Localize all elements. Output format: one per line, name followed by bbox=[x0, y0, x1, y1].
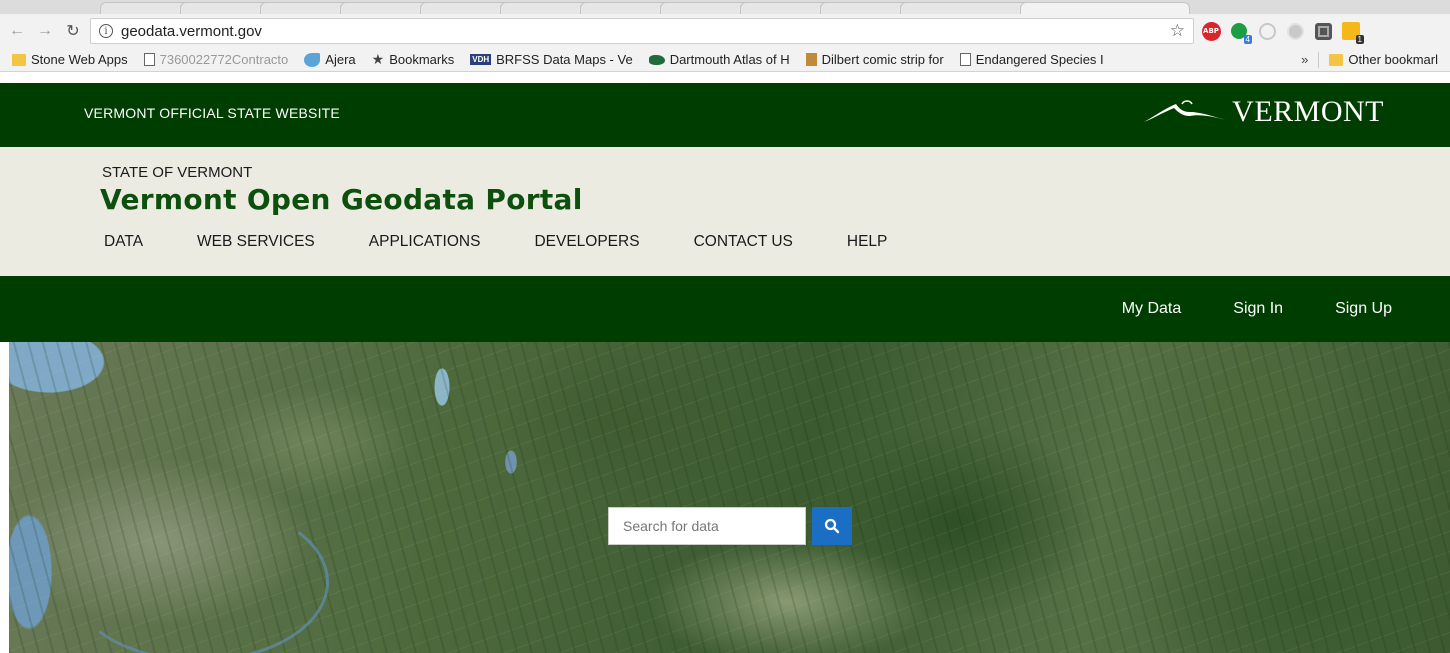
sign-in-link[interactable]: Sign In bbox=[1233, 300, 1283, 318]
bookmarks-overflow-chevron[interactable]: » bbox=[1301, 52, 1314, 67]
hero-aerial-map bbox=[9, 342, 1450, 653]
user-links: My Data Sign In Sign Up bbox=[1122, 300, 1392, 318]
ajera-icon bbox=[304, 52, 321, 67]
folder-icon bbox=[1329, 53, 1344, 66]
search-form bbox=[608, 507, 852, 545]
bookmark-label: Bookmarks bbox=[389, 52, 455, 67]
bookmark-label: 7360022772Contracto bbox=[159, 52, 289, 67]
browser-toolbar: ← → ↻ i geodata.vermont.gov ☆ ABP 4 1 bbox=[0, 14, 1450, 48]
search-input[interactable] bbox=[608, 507, 806, 545]
address-bar[interactable]: i geodata.vermont.gov ☆ bbox=[90, 18, 1194, 44]
page-icon bbox=[959, 53, 971, 66]
bookmark-item[interactable]: Dilbert comic strip for bbox=[800, 52, 950, 67]
dartmouth-icon bbox=[648, 54, 665, 65]
nav-applications[interactable]: APPLICATIONS bbox=[369, 233, 481, 251]
browser-tab[interactable] bbox=[260, 2, 350, 14]
bookmark-label: Stone Web Apps bbox=[31, 52, 128, 67]
bookmark-item[interactable]: 7360022772Contracto bbox=[138, 52, 295, 67]
nav-web-services[interactable]: WEB SERVICES bbox=[197, 233, 315, 251]
extension-badge: 4 bbox=[1243, 35, 1252, 44]
bookmark-item[interactable]: VDH BRFSS Data Maps - Ve bbox=[464, 52, 638, 67]
vdh-icon: VDH bbox=[470, 54, 492, 65]
browser-tab-active[interactable] bbox=[1020, 2, 1190, 14]
bookmark-item[interactable]: ★ Bookmarks bbox=[366, 51, 461, 68]
portal-header: STATE OF VERMONT Vermont Open Geodata Po… bbox=[0, 147, 1450, 276]
info-icon[interactable]: i bbox=[99, 24, 113, 38]
bookmark-label: Dartmouth Atlas of H bbox=[669, 52, 790, 67]
folder-icon bbox=[12, 53, 26, 66]
bookmark-item[interactable]: Dartmouth Atlas of H bbox=[643, 52, 796, 67]
my-data-link[interactable]: My Data bbox=[1122, 300, 1182, 318]
browser-tab[interactable] bbox=[420, 2, 510, 14]
official-state-bar: VERMONT OFFICIAL STATE WEBSITE VERMONT bbox=[0, 83, 1450, 147]
bookmark-item[interactable]: Stone Web Apps bbox=[6, 52, 134, 67]
back-icon[interactable]: ← bbox=[6, 20, 28, 42]
reload-icon[interactable]: ↻ bbox=[62, 20, 84, 42]
main-nav: DATA WEB SERVICES APPLICATIONS DEVELOPER… bbox=[104, 233, 941, 251]
ring-extension-icon[interactable] bbox=[1256, 20, 1278, 42]
browser-tab[interactable] bbox=[340, 2, 430, 14]
state-label: STATE OF VERMONT bbox=[102, 164, 253, 181]
river-outline bbox=[69, 502, 329, 653]
nav-data[interactable]: DATA bbox=[104, 233, 143, 251]
bookmark-item[interactable]: Endangered Species I bbox=[954, 52, 1110, 67]
browser-tab[interactable] bbox=[180, 2, 270, 14]
grey-extension-icon[interactable] bbox=[1284, 20, 1306, 42]
sign-up-link[interactable]: Sign Up bbox=[1335, 300, 1392, 318]
nav-developers[interactable]: DEVELOPERS bbox=[534, 233, 639, 251]
adblock-label: ABP bbox=[1201, 21, 1221, 41]
browser-tab[interactable] bbox=[740, 2, 830, 14]
user-bar: My Data Sign In Sign Up bbox=[0, 276, 1450, 342]
search-button[interactable] bbox=[812, 507, 852, 545]
bookmark-label: Dilbert comic strip for bbox=[821, 52, 944, 67]
address-url[interactable]: geodata.vermont.gov bbox=[121, 23, 262, 40]
mountain-logo-icon bbox=[1144, 100, 1227, 122]
browser-tab-strip bbox=[0, 0, 1450, 14]
adblock-extension-icon[interactable]: ABP bbox=[1200, 20, 1222, 42]
forward-icon[interactable]: → bbox=[34, 20, 56, 42]
page-title[interactable]: Vermont Open Geodata Portal bbox=[100, 183, 583, 216]
official-website-label[interactable]: VERMONT OFFICIAL STATE WEBSITE bbox=[84, 105, 340, 121]
browser-tab[interactable] bbox=[900, 2, 1030, 14]
browser-tab[interactable] bbox=[580, 2, 670, 14]
browser-tab[interactable] bbox=[660, 2, 750, 14]
messaging-extension-icon[interactable]: 4 bbox=[1228, 20, 1252, 44]
bookmark-label: Endangered Species I bbox=[975, 52, 1104, 67]
nav-contact-us[interactable]: CONTACT US bbox=[694, 233, 793, 251]
grey-circle-icon bbox=[1286, 22, 1304, 40]
ring-icon bbox=[1258, 22, 1276, 40]
square-extension-icon[interactable] bbox=[1312, 20, 1334, 42]
dilbert-icon bbox=[805, 53, 817, 66]
square-icon bbox=[1314, 22, 1332, 40]
bookmarks-bar: Stone Web Apps 7360022772Contracto Ajera… bbox=[0, 48, 1450, 72]
bookmark-label: Ajera bbox=[325, 52, 356, 67]
vermont-logo[interactable]: VERMONT bbox=[1142, 95, 1384, 129]
bookmarks-separator bbox=[1318, 51, 1320, 68]
vermont-logo-text: VERMONT bbox=[1232, 95, 1384, 128]
search-icon bbox=[824, 518, 840, 534]
nav-help[interactable]: HELP bbox=[847, 233, 888, 251]
extension-badge: 1 bbox=[1355, 35, 1364, 44]
browser-tab[interactable] bbox=[500, 2, 590, 14]
browser-tab[interactable] bbox=[100, 2, 190, 14]
bookmark-label: BRFSS Data Maps - Ve bbox=[496, 52, 633, 67]
other-bookmarks[interactable]: Other bookmarl bbox=[1323, 52, 1444, 67]
bookmark-item[interactable]: Ajera bbox=[298, 52, 361, 67]
other-bookmarks-label: Other bookmarl bbox=[1348, 52, 1438, 67]
star-icon: ★ bbox=[371, 51, 385, 67]
page-icon bbox=[143, 53, 155, 66]
notes-extension-icon[interactable]: 1 bbox=[1340, 20, 1364, 44]
browser-tab[interactable] bbox=[820, 2, 910, 14]
bookmark-star-icon[interactable]: ☆ bbox=[1170, 21, 1185, 41]
